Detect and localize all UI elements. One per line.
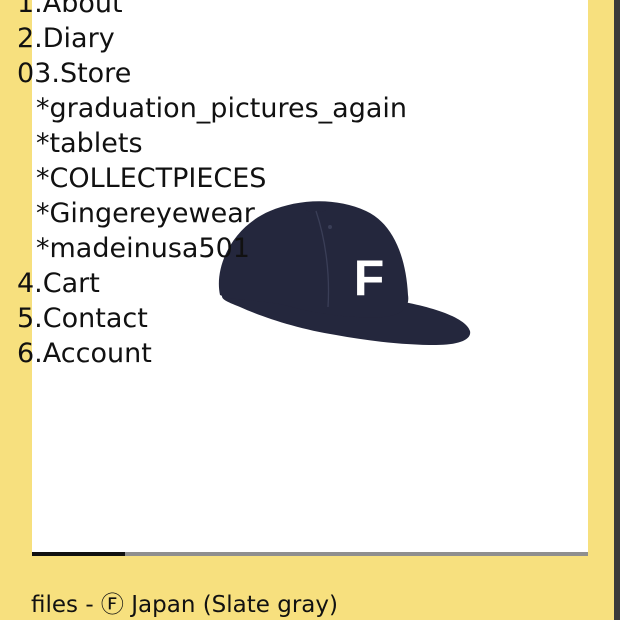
nav-subitem[interactable]: *tablets bbox=[17, 126, 407, 161]
nav-item[interactable]: 5.Contact bbox=[17, 301, 407, 336]
nav-item[interactable]: 4.Cart bbox=[17, 266, 407, 301]
nav-subitem[interactable]: *Gingereyewear bbox=[17, 196, 407, 231]
nav-subitem[interactable]: *graduation_pictures_again bbox=[17, 91, 407, 126]
nav-item[interactable]: 1.About bbox=[17, 0, 407, 21]
page-right-border bbox=[614, 0, 620, 620]
nav-subitem[interactable]: *COLLECTPIECES bbox=[17, 161, 407, 196]
nav-item[interactable]: 03.Store bbox=[17, 56, 407, 91]
product-caption: files - Ⓕ Japan (Slate gray) bbox=[31, 592, 338, 618]
nav-subitem[interactable]: *madeinusa501 bbox=[17, 231, 407, 266]
nav-item[interactable]: 2.Diary bbox=[17, 21, 407, 56]
nav-item[interactable]: 6.Account bbox=[17, 336, 407, 371]
carousel-progress-fill bbox=[32, 552, 125, 556]
main-nav: 1.About 2.Diary 03.Store *graduation_pictur… bbox=[17, 0, 407, 371]
carousel-progress-bar[interactable] bbox=[32, 552, 588, 556]
